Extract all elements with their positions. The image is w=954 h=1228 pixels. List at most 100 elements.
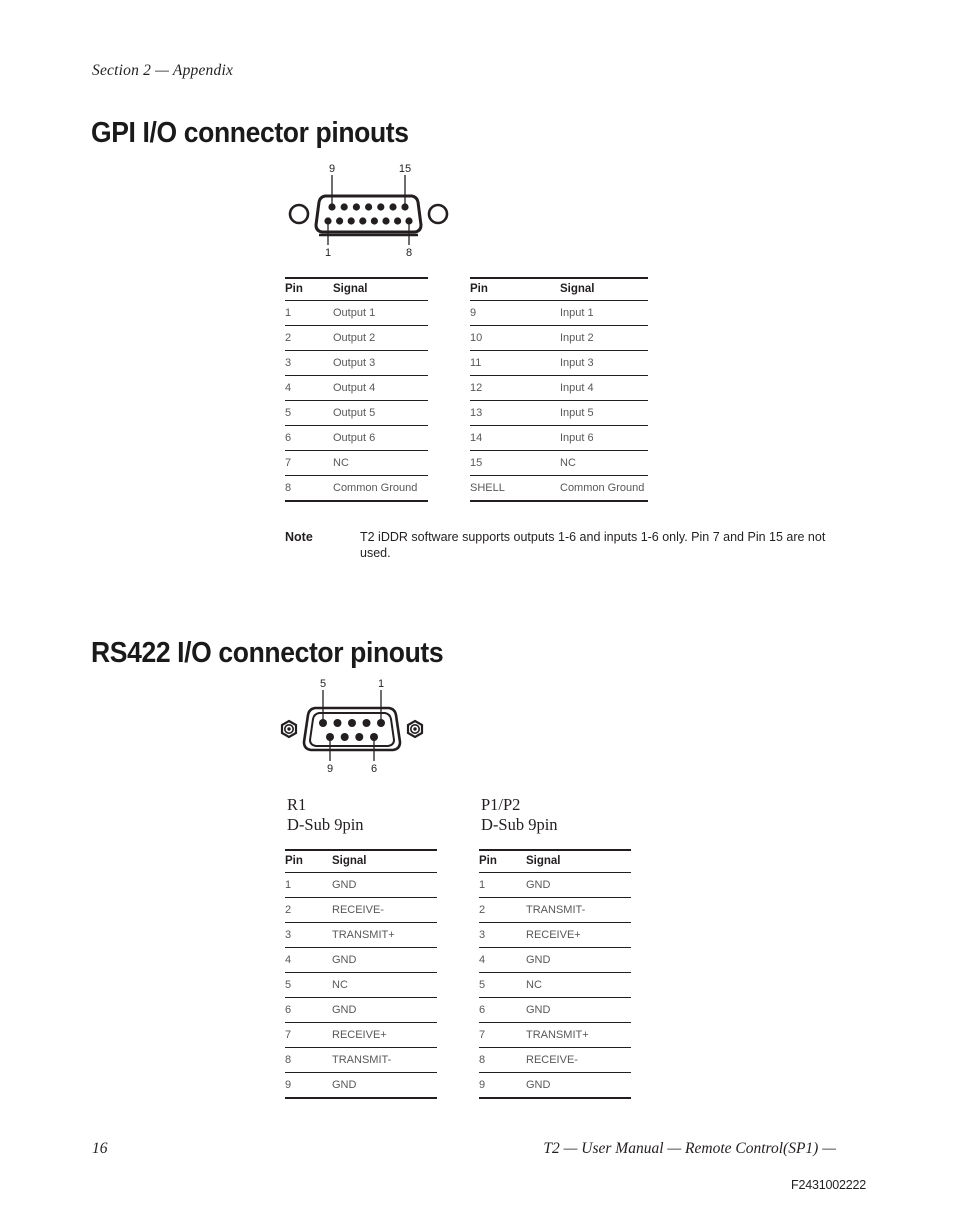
table-row: 15 NC [470,450,648,476]
cell-pin: 3 [285,350,333,376]
table-header-row: Pin Signal [470,277,648,301]
cell-pin: 6 [285,997,332,1023]
table-body: 9 Input 1 10 Input 2 11 Input 3 12 Input 4 13 Inp… [470,300,648,502]
table-row: 6 Output 6 [285,425,428,451]
footer-manual-title: T2 — User Manual — Remote Control(SP1) — [543,1140,836,1157]
table-row: 2 TRANSMIT- [479,897,631,923]
gpi-pinout-table-left: Pin Signal 1 Output 1 2 Output 2 3 Output 34O… [285,277,428,502]
cell-pin: 12 [470,375,560,401]
db9-mount-screw-left [280,719,298,739]
table-row: 6 GND [479,997,631,1023]
cell-pin: 7 [285,450,333,476]
cell-signal: RECEIVE+ [332,1022,437,1048]
table-row: 4 GND [285,947,437,973]
caption-p1p2-line2: D-Sub 9pin [481,815,558,834]
table-row: 1 GND [285,872,437,898]
cell-pin: 3 [479,922,526,948]
table-header-row: Pin Signal [285,277,428,301]
db15-mount-hole-left [288,203,310,225]
cell-pin: 13 [470,400,560,426]
cell-pin: 14 [470,425,560,451]
db9-connector-diagram: 5 1 9 6 [275,678,430,773]
cell-pin: 5 [285,972,332,998]
cell-pin: 5 [479,972,526,998]
caption-r1-line1: R1 [287,795,307,814]
cell-pin: 11 [470,350,560,376]
table-row: SHELL Common Ground [470,475,648,502]
db9-label-bottom-left: 9 [327,763,333,773]
note-label: Note [285,530,313,544]
table-row: 3 Output 3 [285,350,428,376]
cell-signal: GND [526,947,631,973]
cell-signal: Output 2 [333,325,428,351]
cell-signal: Output 6 [333,425,428,451]
db15-pin-row-bottom [324,217,413,225]
manual-page: Section 2 — Appendix GPI I/O connector p… [0,0,954,1228]
table-row: 4 GND [479,947,631,973]
cell-pin: 1 [285,872,332,898]
table-row: 8 Common Ground [285,475,428,502]
column-header-signal: Signal [526,849,631,873]
column-header-pin: Pin [285,849,332,873]
table-body: 1 Output 1 2 Output 2 3 Output 3 4 Output 4 5 Out… [285,300,428,502]
cell-signal: RECEIVE+ [526,922,631,948]
cell-signal: GND [332,872,437,898]
cell-signal: GND [332,1072,437,1099]
cell-pin: SHELL [470,475,560,502]
table-row: 10 Input 2 [470,325,648,351]
cell-pin: 10 [470,325,560,351]
cell-pin: 1 [285,300,333,326]
cell-signal: TRANSMIT- [526,897,631,923]
table-row: 3 TRANSMIT+ [285,922,437,948]
cell-signal: RECEIVE- [526,1047,631,1073]
running-head: Section 2 — Appendix [92,62,234,79]
table-row: 14 Input 6 [470,425,648,451]
cell-signal: Input 2 [560,325,648,351]
db15-mount-hole-right [427,203,449,225]
table-row: 1 Output 1 [285,300,428,326]
db15-label-top-left: 9 [329,163,335,175]
db9-pin-row-bottom [326,733,378,741]
table-row: 8 RECEIVE- [479,1047,631,1073]
db9-label-bottom-right: 6 [371,763,377,773]
table-row: 5 NC [285,972,437,998]
db15-label-bottom-right: 8 [406,247,412,258]
db9-pin-row-top [319,719,385,727]
caption-r1-line2: D-Sub 9pin [287,815,364,834]
table-row: 13 Input 5 [470,400,648,426]
rs422-pinout-table-r1: Pin Signal 1 GND 2 RECEIVE- 3 TRANSMIT+ 4 GND 5 N… [285,849,437,1099]
column-header-pin: Pin [470,277,560,301]
cell-pin: 9 [470,300,560,326]
cell-signal: RECEIVE- [332,897,437,923]
cell-pin: 8 [479,1047,526,1073]
table-row: 6 GND [285,997,437,1023]
table-row: 9 Input 1 [470,300,648,326]
table-row: 2 RECEIVE- [285,897,437,923]
table-body: 1 GND 2 RECEIVE- 3 TRANSMIT+ 4 GND 5 NC 6 GND 7 RECEI… [285,872,437,1099]
cell-pin: 9 [285,1072,332,1099]
db15-label-bottom-left: 1 [325,247,331,258]
cell-pin: 1 [479,872,526,898]
cell-pin: 2 [285,897,332,923]
rs422-pinout-table-p1p2: Pin Signal 1 GND 2 TRANSMIT- 3 RECEIVE+ 4 GND 5 N… [479,849,631,1099]
table-row: 7 NC [285,450,428,476]
cell-signal: NC [332,972,437,998]
cell-signal: GND [526,1072,631,1099]
db15-pin-row-top [328,203,409,211]
cell-signal: Output 5 [333,400,428,426]
cell-signal: TRANSMIT- [332,1047,437,1073]
column-header-pin: Pin [479,849,526,873]
gpi-pinout-table-right: Pin Signal 9 Input 1 10 Input 2 11 Input 3 12 I… [470,277,648,502]
cell-signal: TRANSMIT+ [526,1022,631,1048]
cell-signal: NC [333,450,428,476]
column-header-signal: Signal [333,277,428,301]
table-row: 7 TRANSMIT+ [479,1022,631,1048]
connector-caption-p1p2: P1/P2 D-Sub 9pin [481,795,558,835]
cell-signal: NC [560,450,648,476]
cell-signal: TRANSMIT+ [332,922,437,948]
db15-label-top-right: 15 [399,163,411,175]
db15-connector-diagram: 9 15 1 8 [283,163,458,258]
cell-pin: 6 [285,425,333,451]
cell-signal: Input 3 [560,350,648,376]
table-row: 5 NC [479,972,631,998]
